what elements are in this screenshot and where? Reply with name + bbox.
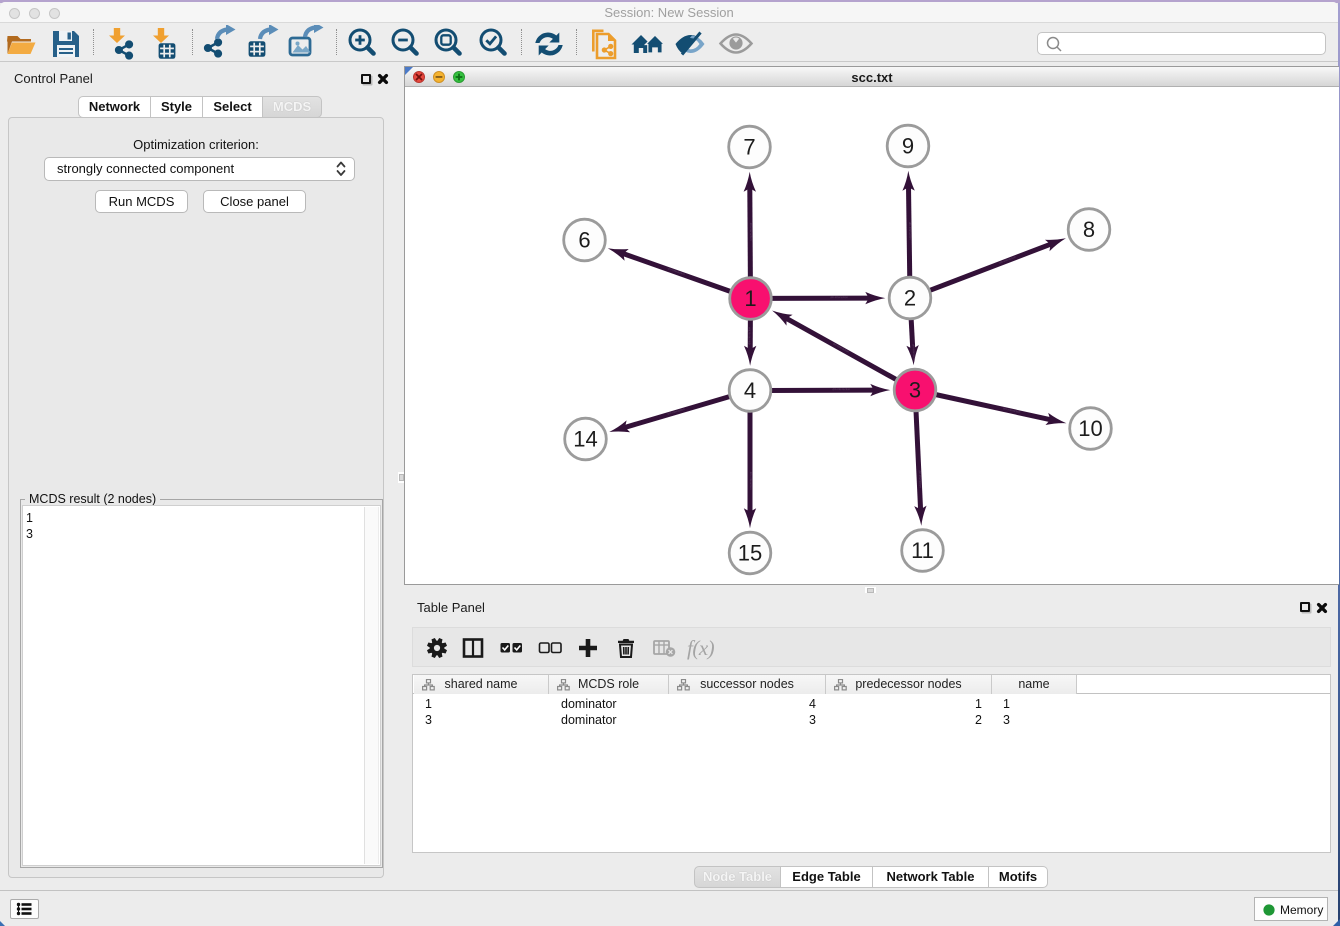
svg-text:6: 6 [578,228,590,253]
svg-text:9: 9 [902,134,914,159]
svg-text:3: 3 [909,378,921,403]
svg-text:14: 14 [573,427,597,452]
svg-text:10: 10 [1078,416,1102,441]
svg-text:2: 2 [904,286,916,311]
svg-text:8: 8 [1083,217,1095,242]
svg-text:11: 11 [911,538,934,563]
svg-text:dm-interaction: dm-interaction [918,470,923,488]
svg-text:4: 4 [744,378,756,403]
svg-text:dm-interaction: dm-interaction [749,223,753,241]
svg-text:dm-interaction: dm-interaction [747,326,751,344]
svg-text:dm-interaction: dm-interaction [830,295,848,299]
svg-text:7: 7 [743,135,755,160]
svg-text:1: 1 [744,286,756,311]
svg-text:15: 15 [738,541,762,566]
svg-text:dm-interaction: dm-interaction [908,222,912,240]
svg-text:dm-interaction: dm-interaction [749,472,753,490]
svg-text:dm-interaction: dm-interaction [832,387,850,391]
